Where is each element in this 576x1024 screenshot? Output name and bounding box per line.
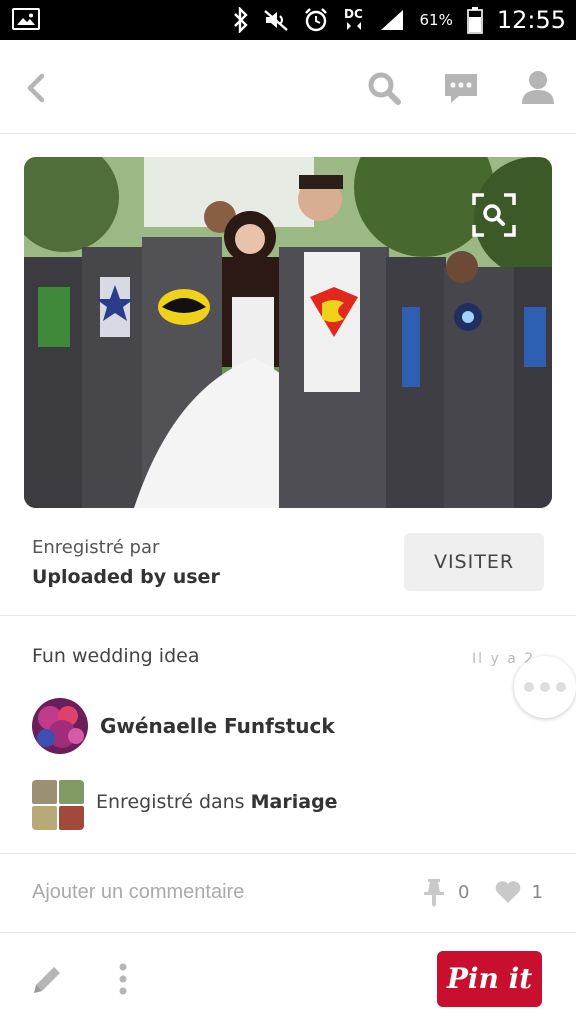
engagement-counts: 0 1 — [420, 877, 543, 907]
battery-icon — [467, 7, 483, 34]
signal-icon — [381, 10, 404, 30]
pin-it-button[interactable]: Pin it — [437, 951, 542, 1007]
messages-icon[interactable] — [441, 68, 481, 108]
board-thumbnail[interactable] — [32, 780, 84, 830]
attribution: Enregistré par Uploaded by user — [32, 537, 220, 588]
dc-icon: DC — [344, 7, 363, 30]
alarm-icon — [305, 8, 328, 32]
comment-input[interactable]: Ajouter un commentaire — [32, 881, 244, 904]
gallery-icon — [12, 8, 40, 30]
visual-search-icon[interactable] — [472, 193, 516, 237]
board-name[interactable]: Mariage — [251, 791, 338, 813]
bluetooth-icon — [234, 7, 249, 33]
edit-pencil-icon[interactable] — [30, 963, 64, 997]
dot-icon — [540, 682, 550, 692]
like-count: 1 — [531, 881, 543, 903]
top-toolbar — [0, 40, 576, 134]
mute-icon — [264, 10, 289, 31]
saved-in-board[interactable]: Enregistré dans Mariage — [96, 791, 338, 813]
repin-count: 0 — [458, 881, 470, 903]
repin-icon[interactable] — [420, 877, 448, 907]
divider — [0, 615, 576, 616]
saved-by-label: Enregistré par — [32, 537, 160, 558]
heart-icon[interactable] — [495, 880, 521, 904]
clock: 12:55 — [496, 6, 566, 34]
profile-icon[interactable] — [518, 68, 558, 108]
saved-in-prefix: Enregistré dans — [96, 791, 251, 813]
visit-button[interactable]: VISITER — [404, 533, 544, 591]
search-icon[interactable] — [364, 68, 404, 108]
bottom-bar: Pin it — [0, 932, 576, 1024]
pinner-name[interactable]: Gwénaelle Funfstuck — [100, 714, 335, 738]
divider — [0, 853, 576, 854]
overflow-menu-icon[interactable] — [110, 961, 136, 997]
back-icon[interactable] — [18, 68, 58, 108]
pinner-avatar[interactable] — [32, 698, 88, 754]
uploaded-by-text: Uploaded by user — [32, 566, 220, 588]
pin-description: Fun wedding idea — [32, 645, 200, 667]
svg-text:DC: DC — [344, 7, 363, 21]
battery-percent: 61% — [419, 11, 453, 29]
more-options-button[interactable] — [514, 656, 576, 718]
status-bar: DC 61% 12:55 — [0, 0, 576, 40]
pin-image[interactable] — [24, 157, 552, 508]
dot-icon — [556, 682, 566, 692]
dot-icon — [524, 682, 534, 692]
